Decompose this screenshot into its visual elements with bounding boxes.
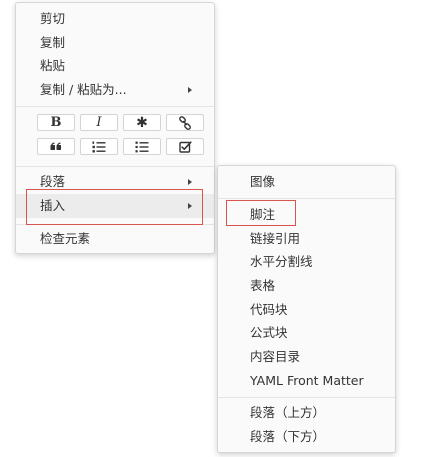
menu-separator	[16, 166, 214, 167]
submenu-item-math-block[interactable]: 公式块	[218, 321, 395, 345]
menu-item-inspect-element[interactable]: 检查元素	[16, 227, 214, 251]
submenu-item-image[interactable]: 图像	[218, 170, 395, 194]
submenu-item-toc[interactable]: 内容目录	[218, 345, 395, 369]
menu-item-copy-label: 复制	[40, 35, 66, 50]
ordered-list-icon	[92, 141, 106, 152]
submenu-item-table-label: 表格	[250, 278, 276, 293]
submenu-item-table[interactable]: 表格	[218, 274, 395, 298]
menu-item-copy-paste-as-label: 复制 / 粘贴为...	[40, 82, 127, 97]
code-button[interactable]: ✱	[123, 114, 161, 131]
code-button-label: ✱	[136, 114, 148, 131]
menu-separator	[16, 106, 214, 107]
submenu-item-yaml-front-matter[interactable]: YAML Front Matter	[218, 369, 395, 393]
chevron-right-icon	[188, 203, 192, 209]
menu-item-insert[interactable]: 插入	[16, 194, 214, 218]
context-menu: 剪切 复制 粘贴 复制 / 粘贴为... B I ✱ 段落 插入 检查元素	[15, 2, 215, 254]
italic-button-label: I	[96, 115, 102, 130]
submenu-item-paragraph-above-label: 段落（上方）	[250, 405, 326, 420]
quote-icon	[50, 142, 61, 150]
submenu-item-code-block-label: 代码块	[250, 302, 288, 317]
menu-item-insert-label: 插入	[40, 198, 66, 213]
menu-item-cut-label: 剪切	[40, 11, 66, 26]
submenu-item-footnote-label: 脚注	[250, 207, 276, 222]
submenu-item-yaml-front-matter-label: YAML Front Matter	[250, 373, 364, 388]
unordered-list-button[interactable]	[123, 138, 161, 155]
link-button[interactable]	[166, 114, 204, 131]
menu-separator	[218, 397, 395, 398]
submenu-item-math-block-label: 公式块	[250, 325, 288, 340]
bold-button[interactable]: B	[37, 114, 75, 131]
submenu-item-link-reference[interactable]: 链接引用	[218, 227, 395, 251]
menu-item-copy[interactable]: 复制	[16, 31, 214, 55]
insert-submenu: 图像 脚注 链接引用 水平分割线 表格 代码块 公式块 内容目录 YAML Fr…	[217, 165, 396, 453]
submenu-item-toc-label: 内容目录	[250, 349, 301, 364]
submenu-item-image-label: 图像	[250, 174, 276, 189]
chevron-right-icon	[188, 179, 192, 185]
menu-item-copy-paste-as[interactable]: 复制 / 粘贴为...	[16, 78, 214, 102]
bold-button-label: B	[50, 115, 62, 130]
menu-item-cut[interactable]: 剪切	[16, 7, 214, 31]
italic-button[interactable]: I	[80, 114, 118, 131]
chevron-right-icon	[188, 87, 192, 93]
task-list-button[interactable]	[166, 138, 204, 155]
task-list-icon	[178, 140, 192, 153]
submenu-item-code-block[interactable]: 代码块	[218, 298, 395, 322]
menu-item-paste-label: 粘贴	[40, 58, 66, 73]
ordered-list-button[interactable]	[80, 138, 118, 155]
submenu-item-paragraph-below-label: 段落（下方）	[250, 429, 326, 444]
submenu-item-paragraph-below[interactable]: 段落（下方）	[218, 425, 395, 449]
menu-item-inspect-element-label: 检查元素	[40, 231, 91, 246]
submenu-item-link-reference-label: 链接引用	[250, 231, 301, 246]
link-icon	[179, 115, 191, 130]
menu-separator	[218, 198, 395, 199]
menu-separator	[16, 224, 214, 225]
submenu-item-horizontal-rule-label: 水平分割线	[250, 254, 313, 269]
menu-item-paragraph-label: 段落	[40, 174, 66, 189]
submenu-item-horizontal-rule[interactable]: 水平分割线	[218, 250, 395, 274]
submenu-item-paragraph-above[interactable]: 段落（上方）	[218, 401, 395, 425]
quote-button[interactable]	[37, 138, 75, 155]
submenu-item-footnote[interactable]: 脚注	[218, 203, 395, 227]
menu-item-paste[interactable]: 粘贴	[16, 54, 214, 78]
unordered-list-icon	[135, 141, 149, 152]
menu-item-paragraph[interactable]: 段落	[16, 170, 214, 194]
